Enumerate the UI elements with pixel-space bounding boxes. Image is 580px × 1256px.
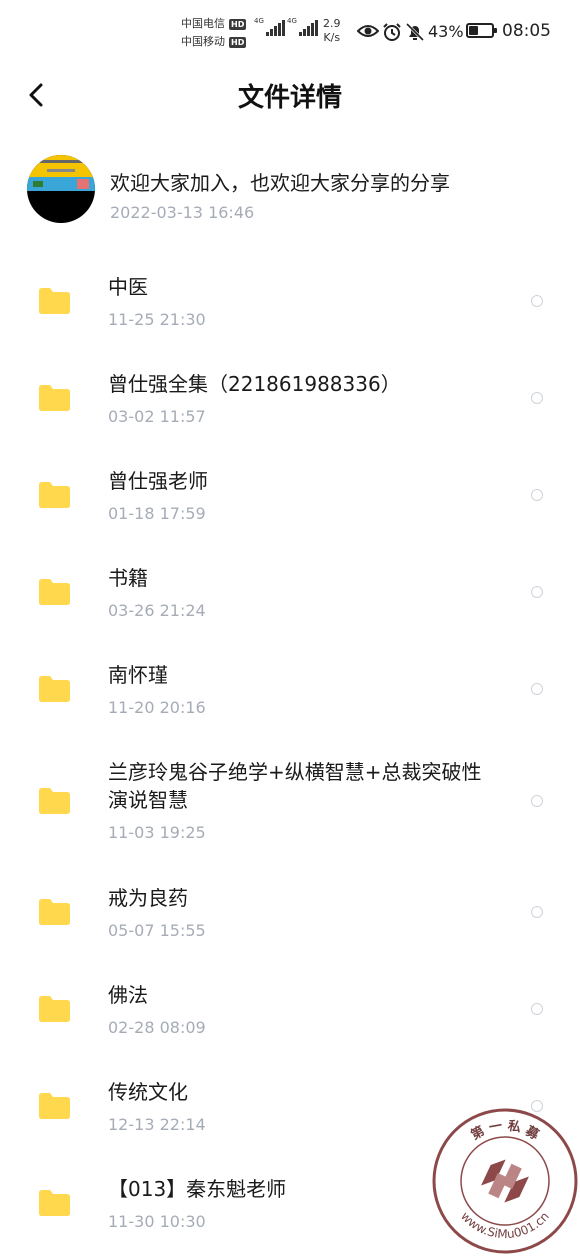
share-avatar — [27, 155, 95, 223]
network-speed: 2.9 K/s — [323, 17, 341, 45]
file-item-3[interactable]: 曾仕强老师 01-18 17:59 — [0, 447, 580, 544]
carrier-info: 中国电信 HD 中国移动 HD — [181, 15, 247, 51]
file-time: 11-20 20:16 — [108, 698, 206, 717]
hd-badge-1: HD — [229, 18, 247, 30]
folder-icon — [39, 1093, 70, 1119]
signal-strength-1-icon: 4G — [254, 17, 285, 36]
folder-icon — [39, 996, 70, 1022]
select-radio[interactable] — [531, 683, 543, 695]
file-item-8[interactable]: 佛法 02-28 08:09 — [0, 961, 580, 1058]
file-name: 南怀瑾 — [108, 663, 168, 687]
file-item-6[interactable]: 兰彦玲鬼谷子绝学+纵横智慧+总裁突破性演说智慧 11-03 19:25 — [0, 738, 580, 863]
file-name: 中医 — [108, 275, 148, 299]
file-item-1[interactable]: 中医 11-25 21:30 — [0, 253, 580, 350]
simu-watermark-logo: 第 一 私 募 www.SiMu001.cn — [432, 1108, 578, 1254]
file-time: 03-26 21:24 — [108, 601, 206, 620]
speed-unit: K/s — [323, 31, 341, 44]
folder-icon — [39, 288, 70, 314]
battery-percent: 43% — [428, 22, 464, 41]
select-radio[interactable] — [531, 1003, 543, 1015]
battery-fill — [469, 26, 478, 35]
file-item-2[interactable]: 曾仕强全集（221861988336） 03-02 11:57 — [0, 350, 580, 447]
file-item-7[interactable]: 戒为良药 05-07 15:55 — [0, 864, 580, 961]
file-name: 兰彦玲鬼谷子绝学+纵横智慧+总裁突破性演说智慧 — [108, 760, 482, 812]
carrier-1-label: 中国电信 — [181, 17, 225, 30]
share-time: 2022-03-13 16:46 — [110, 203, 255, 222]
file-item-4[interactable]: 书籍 03-26 21:24 — [0, 544, 580, 641]
battery-icon — [466, 23, 497, 38]
file-time: 12-13 22:14 — [108, 1115, 206, 1134]
file-time: 11-25 21:30 — [108, 310, 206, 329]
file-time: 03-02 11:57 — [108, 407, 206, 426]
folder-icon — [39, 482, 70, 508]
speed-value: 2.9 — [323, 17, 341, 30]
alarm-clock-icon — [383, 23, 401, 41]
folder-icon — [39, 899, 70, 925]
carrier-2-label: 中国移动 — [181, 35, 225, 48]
select-radio[interactable] — [531, 795, 543, 807]
file-name: 书籍 — [108, 566, 148, 590]
network-type-1-label: 4G — [254, 17, 264, 25]
select-radio[interactable] — [531, 906, 543, 918]
file-name: 佛法 — [108, 983, 148, 1007]
file-time: 02-28 08:09 — [108, 1018, 206, 1037]
folder-icon — [39, 385, 70, 411]
page-title: 文件详情 — [237, 83, 342, 113]
folder-icon — [39, 1190, 70, 1216]
select-radio[interactable] — [531, 489, 543, 501]
file-time: 01-18 17:59 — [108, 504, 206, 523]
select-radio[interactable] — [531, 586, 543, 598]
network-type-2-label: 4G — [287, 17, 297, 25]
folder-icon — [39, 676, 70, 702]
file-time: 11-30 10:30 — [108, 1212, 206, 1231]
file-name: 曾仕强老师 — [108, 469, 208, 493]
file-item-5[interactable]: 南怀瑾 11-20 20:16 — [0, 641, 580, 738]
avatar-image — [27, 155, 95, 223]
file-time: 05-07 15:55 — [108, 921, 206, 940]
file-name: 传统文化 — [108, 1080, 188, 1104]
hd-badge-2: HD — [229, 36, 247, 48]
folder-icon — [39, 579, 70, 605]
status-bar: 中国电信 HD 中国移动 HD 4G 4G 2.9 K/s 43% 08:05 — [0, 0, 580, 64]
select-radio[interactable] — [531, 295, 543, 307]
status-time: 08:05 — [502, 21, 551, 41]
mute-bell-icon — [405, 22, 425, 42]
file-name: 戒为良药 — [108, 886, 188, 910]
eye-icon — [357, 25, 379, 37]
file-name: 曾仕强全集（221861988336） — [108, 372, 401, 396]
file-time: 11-03 19:25 — [108, 823, 206, 842]
share-title: 欢迎大家加入，也欢迎大家分享的分享 — [110, 171, 450, 195]
signal-strength-2-icon: 4G — [287, 17, 318, 36]
select-radio[interactable] — [531, 392, 543, 404]
folder-icon — [39, 788, 70, 814]
